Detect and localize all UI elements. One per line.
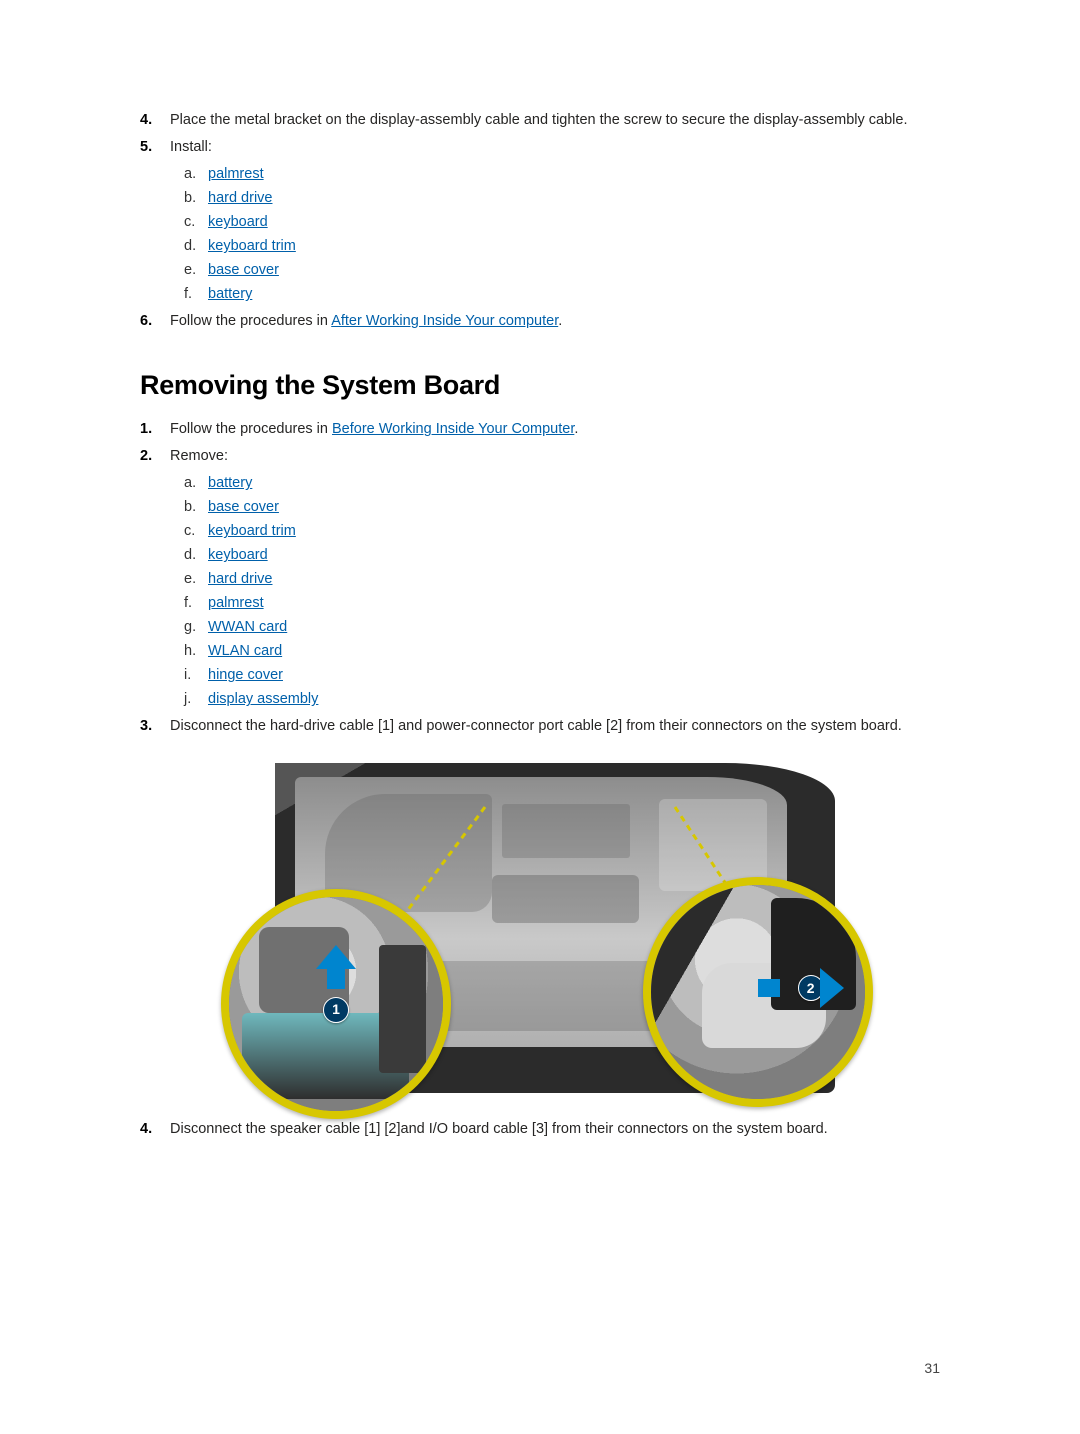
step-4: Place the metal bracket on the display-a…: [140, 110, 940, 131]
callout-circle-2: 2: [643, 877, 873, 1107]
figure-system-board-cables: 1 2: [275, 763, 835, 1093]
remove-item: base cover: [184, 497, 940, 518]
callout-arrow-2: 2: [780, 968, 844, 1008]
install-item: keyboard trim: [184, 236, 940, 257]
step-6: Follow the procedures in After Working I…: [140, 311, 940, 332]
link-palmrest[interactable]: palmrest: [208, 595, 264, 611]
r-step-1-prefix: Follow the procedures in: [170, 421, 332, 437]
r-step-4-text: Disconnect the speaker cable [1] [2]and …: [170, 1121, 828, 1137]
install-item: keyboard: [184, 212, 940, 233]
link-before-working-inside[interactable]: Before Working Inside Your Computer: [332, 421, 574, 437]
install-item: base cover: [184, 260, 940, 281]
step-6-prefix: Follow the procedures in: [170, 313, 331, 329]
link-base-cover[interactable]: base cover: [208, 499, 279, 515]
callout-badge-1: 1: [323, 997, 349, 1023]
step-4-text: Place the metal bracket on the display-a…: [170, 112, 907, 128]
r-step-1-suffix: .: [574, 421, 578, 437]
link-battery[interactable]: battery: [208, 286, 252, 302]
install-item: battery: [184, 284, 940, 305]
r-step-2: Remove: battery base cover keyboard trim…: [140, 446, 940, 710]
link-hard-drive[interactable]: hard drive: [208, 571, 272, 587]
link-keyboard[interactable]: keyboard: [208, 214, 268, 230]
remove-item: keyboard trim: [184, 521, 940, 542]
install-item: palmrest: [184, 164, 940, 185]
link-display-assembly[interactable]: display assembly: [208, 691, 318, 707]
link-keyboard-trim[interactable]: keyboard trim: [208, 523, 296, 539]
link-hinge-cover[interactable]: hinge cover: [208, 667, 283, 683]
step-5: Install: palmrest hard drive keyboard ke…: [140, 137, 940, 305]
step-5-text: Install:: [170, 139, 212, 155]
link-wlan-card[interactable]: WLAN card: [208, 643, 282, 659]
remove-item: display assembly: [184, 689, 940, 710]
page-number: 31: [924, 1358, 940, 1378]
install-item: hard drive: [184, 188, 940, 209]
link-hard-drive[interactable]: hard drive: [208, 190, 272, 206]
r-step-3-text: Disconnect the hard-drive cable [1] and …: [170, 718, 902, 734]
link-base-cover[interactable]: base cover: [208, 262, 279, 278]
r-step-2-text: Remove:: [170, 448, 228, 464]
remove-item: battery: [184, 473, 940, 494]
link-after-working-inside[interactable]: After Working Inside Your computer: [331, 313, 558, 329]
install-sublist: palmrest hard drive keyboard keyboard tr…: [170, 164, 940, 305]
link-palmrest[interactable]: palmrest: [208, 166, 264, 182]
r-step-1: Follow the procedures in Before Working …: [140, 419, 940, 440]
remove-item: keyboard: [184, 545, 940, 566]
link-keyboard-trim[interactable]: keyboard trim: [208, 238, 296, 254]
link-wwan-card[interactable]: WWAN card: [208, 619, 287, 635]
r-step-3: Disconnect the hard-drive cable [1] and …: [140, 716, 940, 1093]
step-6-suffix: .: [558, 313, 562, 329]
remove-sublist: battery base cover keyboard trim keyboar…: [170, 473, 940, 710]
remove-item: hinge cover: [184, 665, 940, 686]
callout-circle-1: 1: [221, 889, 451, 1119]
callout-arrow-1: 1: [316, 945, 356, 1023]
link-battery[interactable]: battery: [208, 475, 252, 491]
remove-item: palmrest: [184, 593, 940, 614]
remove-item: WWAN card: [184, 617, 940, 638]
r-step-4: Disconnect the speaker cable [1] [2]and …: [140, 1119, 940, 1140]
remove-item: WLAN card: [184, 641, 940, 662]
link-keyboard[interactable]: keyboard: [208, 547, 268, 563]
remove-item: hard drive: [184, 569, 940, 590]
heading-removing-system-board: Removing the System Board: [140, 366, 940, 405]
